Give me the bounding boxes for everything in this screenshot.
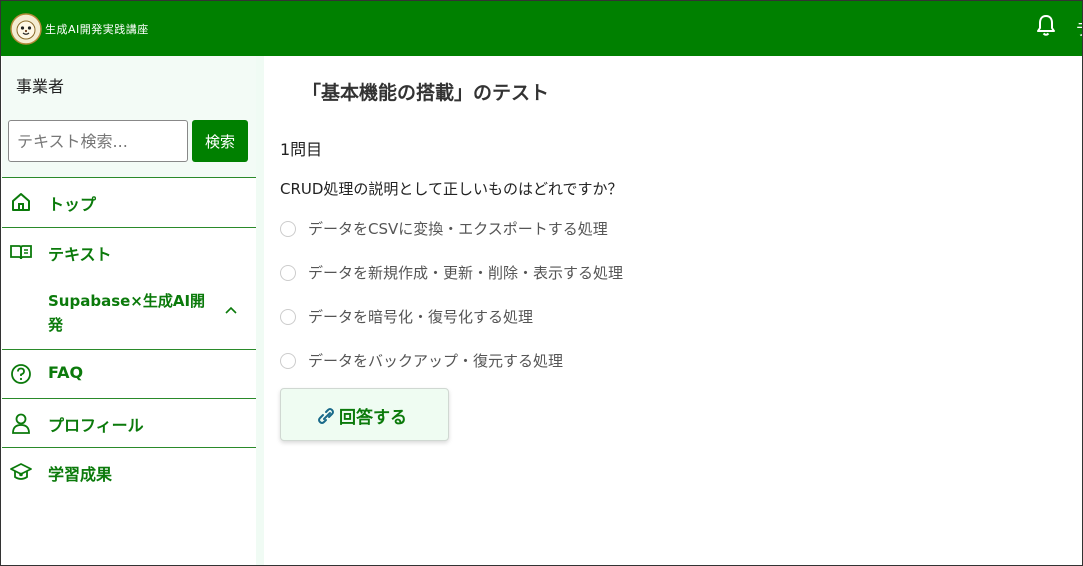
submit-answer-button[interactable]: 回答する — [280, 388, 449, 441]
chevron-up-icon[interactable] — [224, 305, 238, 315]
submit-answer-label: 回答する — [339, 408, 407, 428]
menu-clipped-text[interactable]: ラ — [1075, 16, 1082, 40]
sidebar-edge — [256, 56, 264, 565]
graduation-cap-icon — [10, 463, 32, 480]
bell-icon[interactable] — [1035, 13, 1057, 37]
sidebar-item-label: トップ — [48, 195, 97, 214]
option-label[interactable]: データを暗号化・復号化する処理 — [308, 306, 533, 327]
radio-button[interactable] — [280, 309, 296, 325]
link-icon — [318, 408, 334, 424]
main-content: 「基本機能の搭載」のテスト 1問目 CRUD処理の説明として正しいものはどれです… — [264, 56, 1082, 565]
sidebar-item-faq[interactable]: FAQ — [2, 349, 256, 398]
sidebar-item-label: Supabase×生成AI開発 — [48, 292, 206, 334]
user-icon — [12, 413, 30, 434]
sidebar-item-supabase-course[interactable]: Supabase×生成AI開発 — [2, 277, 256, 349]
app-window: 生成AI開発実践講座 ラ 事業者 検索 トップ — [0, 0, 1083, 566]
book-icon — [10, 245, 32, 260]
sidebar-item-label: テキスト — [48, 245, 112, 264]
option-label[interactable]: データをCSVに変換・エクスポートする処理 — [308, 218, 608, 239]
search-button[interactable]: 検索 — [192, 120, 248, 162]
radio-button[interactable] — [280, 221, 296, 237]
option-label[interactable]: データをバックアップ・復元する処理 — [308, 350, 563, 371]
sidebar-item-text[interactable]: テキスト — [2, 227, 256, 276]
sidebar-item-label: プロフィール — [48, 416, 144, 435]
home-icon — [12, 193, 30, 211]
search-bar: 検索 — [2, 111, 261, 177]
option-label[interactable]: データを新規作成・更新・削除・表示する処理 — [308, 262, 623, 283]
sidebar-item-top[interactable]: トップ — [2, 177, 256, 226]
lion-logo-icon[interactable] — [10, 13, 42, 45]
sidebar: 事業者 検索 トップ テキスト Supabase×生成AI開発 — [2, 56, 261, 565]
brand-name[interactable]: 生成AI開発実践講座 — [45, 21, 149, 37]
user-info: 事業者 — [2, 56, 261, 111]
sidebar-item-profile[interactable]: プロフィール — [2, 398, 256, 447]
user-role: 事業者 — [16, 77, 65, 96]
radio-button[interactable] — [280, 353, 296, 369]
sidebar-item-label: FAQ — [48, 363, 84, 382]
question-text: CRUD処理の説明として正しいものはどれですか？ — [280, 180, 623, 198]
top-header: 生成AI開発実践講座 ラ — [1, 1, 1082, 56]
question-circle-icon — [11, 364, 31, 384]
radio-button[interactable] — [280, 265, 296, 281]
sidebar-item-label: 学習成果 — [48, 465, 113, 484]
page-title: 「基本機能の搭載」のテスト — [302, 82, 550, 104]
question-number: 1問目 — [280, 140, 323, 159]
sidebar-item-learning-results[interactable]: 学習成果 — [2, 447, 256, 496]
search-input[interactable] — [8, 120, 188, 162]
